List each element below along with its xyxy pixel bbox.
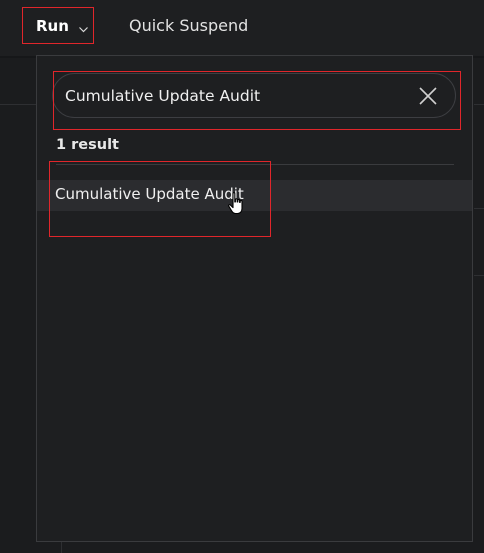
search-highlight-box — [53, 71, 461, 130]
chevron-down-icon — [78, 20, 89, 33]
result-count: 1 result — [56, 137, 119, 153]
hand-pointer-icon — [226, 191, 248, 217]
toolbar: Run Quick Suspend — [0, 0, 484, 56]
run-button[interactable]: Run — [22, 7, 94, 44]
background-divider — [61, 542, 62, 553]
background-divider — [474, 208, 484, 209]
background-divider — [474, 275, 484, 276]
background-divider — [474, 104, 484, 105]
app-window: Run Quick Suspend 1 result Cumulative Up… — [0, 0, 484, 553]
quick-suspend-button[interactable]: Quick Suspend — [129, 16, 248, 35]
background-divider — [0, 104, 36, 105]
run-button-label: Run — [36, 16, 69, 35]
